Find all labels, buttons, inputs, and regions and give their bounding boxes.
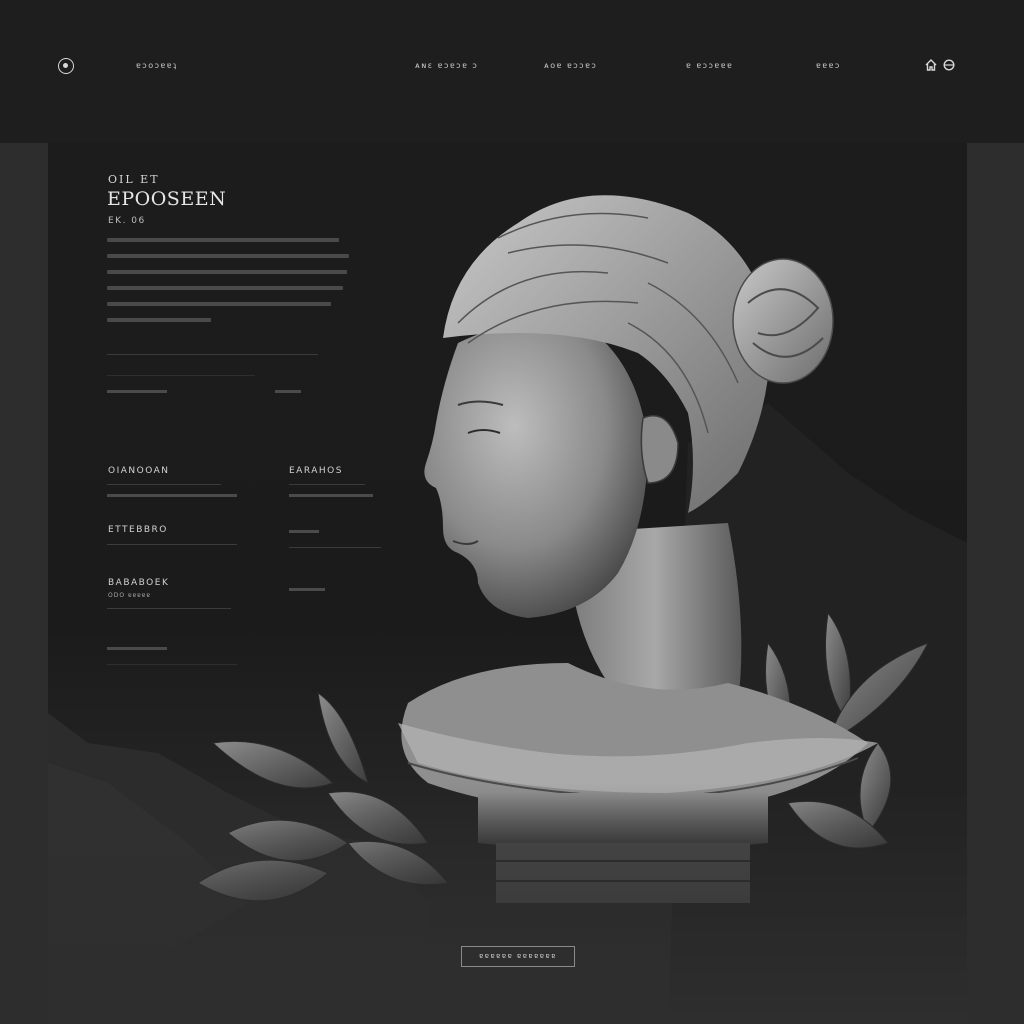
meta-line [107, 390, 167, 393]
nav-item-2[interactable]: ᴀᴏɐ ɐɔɔɐɔ [544, 61, 597, 70]
hero-subline: EK. 06 [108, 216, 146, 226]
field-title-2: EARAHOS [289, 466, 343, 476]
globe-icon[interactable] [943, 59, 955, 71]
field-title-3: ETTEBBRO [108, 525, 168, 535]
top-navigation-bar: ɐɔoɔɐɐʇ ᴀɴɛ ɐɔɐɔɐ ɔ ᴀᴏɐ ɐɔɔɐɔ ɐ ɐɔɔɐɐɐ ɐ… [0, 0, 1024, 143]
left-frame-panel [0, 143, 48, 1024]
field-sub-4: ODO ɐɐɐɐɐ [108, 592, 151, 599]
meta-line [275, 390, 301, 393]
divider [107, 354, 318, 355]
field-value-1 [107, 494, 237, 497]
field-underline[interactable] [107, 608, 231, 609]
field-title-1: OIANOOAN [108, 466, 170, 476]
field-underline[interactable] [289, 484, 365, 485]
meta-line [107, 647, 167, 650]
hero-eyebrow: OIL ET [108, 173, 160, 186]
divider [107, 664, 237, 665]
field-value-2 [289, 494, 373, 497]
field-underline[interactable] [289, 547, 381, 548]
hero-headline: EPOOSEEN [107, 188, 227, 210]
call-to-action-button[interactable]: ɐɐɐɐɐɐ ɐɐɐɐɐɐɐ [461, 946, 575, 967]
nav-item-4[interactable]: ɐɐɐɔ [816, 61, 841, 70]
nav-item-1[interactable]: ᴀɴɛ ɐɔɐɔɐ ɔ [415, 61, 478, 70]
field-underline[interactable] [107, 484, 221, 485]
right-frame-panel [967, 143, 1024, 1024]
field-title-4: BABABOEK [108, 578, 170, 588]
divider [107, 375, 255, 376]
nav-item-3[interactable]: ɐ ɐɔɔɐɐɐ [686, 61, 733, 70]
home-icon[interactable] [925, 59, 937, 71]
field-value-3 [289, 530, 319, 533]
logo-icon[interactable] [58, 58, 74, 74]
field-underline[interactable] [107, 544, 237, 545]
hero-paragraph [107, 238, 352, 334]
brand-name[interactable]: ɐɔoɔɐɐʇ [136, 61, 178, 70]
field-value-4 [289, 588, 325, 591]
